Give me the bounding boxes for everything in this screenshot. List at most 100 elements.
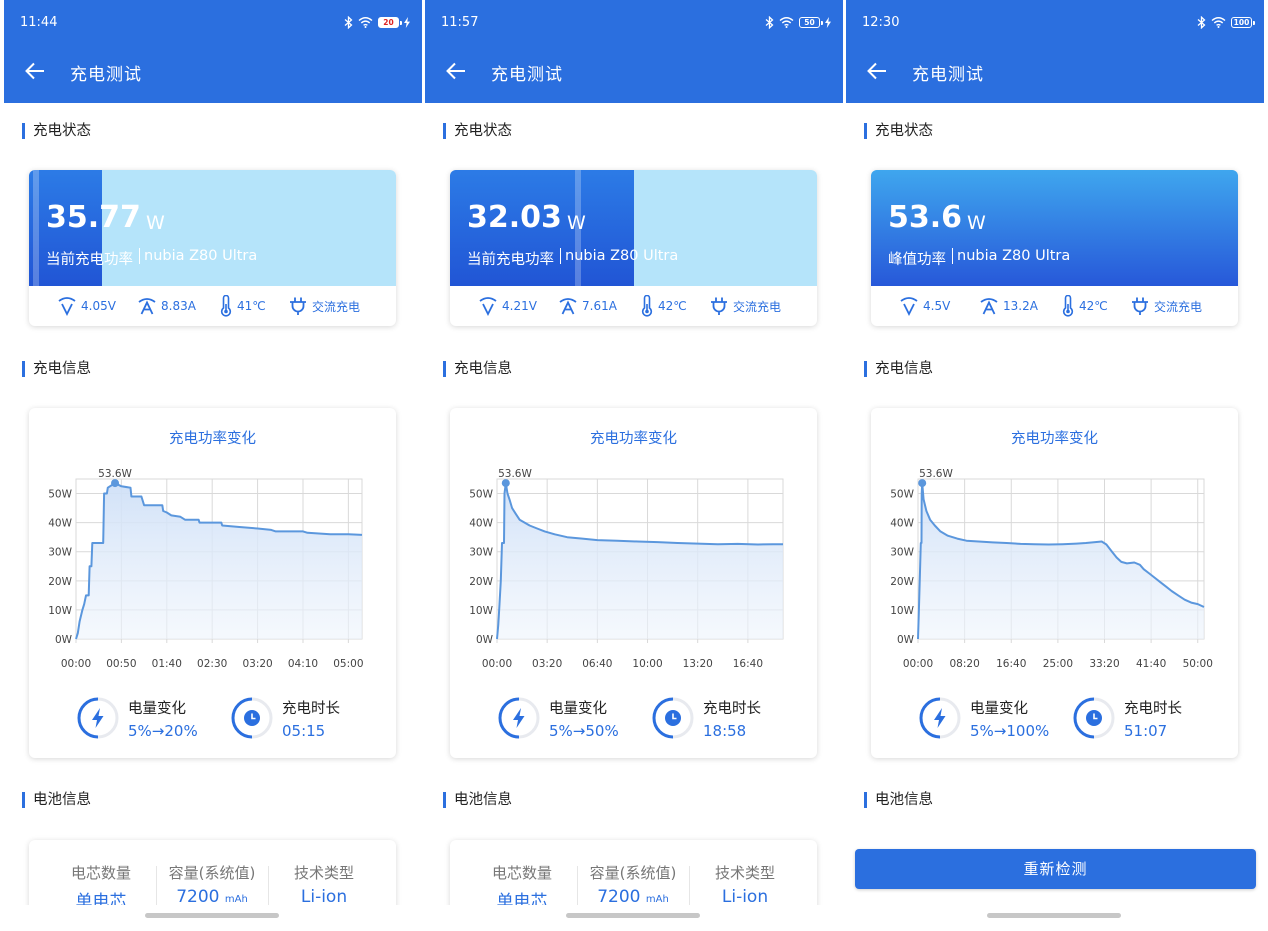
charging-bolt-icon [825, 16, 831, 28]
section-title-battery: 电池信息 [22, 792, 91, 808]
x-tick-label: 16:40 [733, 658, 763, 670]
home-indicator[interactable] [145, 913, 279, 918]
device-name: nubia Z80 Ultra [139, 248, 257, 264]
clock-ring-icon [652, 697, 694, 739]
x-tick-label: 00:00 [903, 658, 933, 670]
cells-label: 电芯数量 [491, 864, 552, 882]
x-tick-label: 00:00 [61, 658, 91, 670]
section-title-status: 充电状态 [443, 123, 512, 139]
bluetooth-icon [344, 15, 353, 29]
summary-time-value: 51:07 [1124, 721, 1168, 740]
power-value: 35.77 [46, 200, 141, 235]
peak-label: 53.6W [98, 468, 132, 480]
bluetooth-icon [765, 15, 774, 29]
power-chart: 0W 10W 20W 30W 40W 50W 00:00 08:20 16:40 25:00 33:… [890, 468, 1213, 670]
power-value: 53.6 [888, 200, 963, 235]
section-title-status: 充电状态 [864, 123, 933, 139]
y-tick-label: 50W [469, 489, 493, 501]
current-icon [559, 298, 577, 315]
capacity-unit: mAh [224, 894, 248, 905]
page-title: 充电测试 [912, 65, 984, 85]
voltage-value: 4.05V [81, 299, 116, 313]
battery-level: 20 [383, 17, 394, 27]
x-tick-label: 00:00 [482, 658, 512, 670]
power-chart: 0W 10W 20W 30W 40W 50W 00:00 03:20 06:40 10:00 13:… [469, 468, 784, 670]
temperature-stat: 42℃ [640, 295, 687, 317]
power-area [497, 483, 783, 639]
section-title-battery: 电池信息 [864, 792, 933, 808]
wifi-icon [358, 17, 373, 28]
home-indicator[interactable] [566, 913, 700, 918]
plug-icon [1132, 297, 1148, 315]
voltage-icon [58, 297, 76, 316]
chart-card: 充电功率变化 0W 10W 20W 30W 40W 50W 00:00 03:20 06:40 1… [450, 408, 817, 758]
wifi-icon [779, 17, 794, 28]
summary-time: 充电时长 51:07 [1072, 696, 1182, 740]
bolt-ring-icon [919, 697, 961, 739]
battery-level: 50 [804, 17, 815, 27]
voltage-value: 4.21V [502, 299, 537, 313]
power-label: 峰值功率 [888, 252, 946, 268]
device-name: nubia Z80 Ultra [560, 248, 678, 264]
bottom-mask [425, 905, 843, 931]
status-time: 11:57 [441, 15, 479, 30]
clock-ring-icon [231, 697, 273, 739]
back-arrow-icon[interactable] [24, 60, 46, 82]
section-title-battery: 电池信息 [443, 792, 512, 808]
current-icon [138, 298, 156, 315]
power-card: 35.77 W 当前充电功率 nubia Z80 Ultra 4.05V 8.8… [29, 170, 396, 326]
cells-label: 电芯数量 [70, 864, 131, 882]
capacity-value: 7200 mAh [157, 887, 267, 907]
mode-stat: 交流充电 [1130, 295, 1202, 317]
mode-value: 交流充电 [733, 299, 782, 314]
summary-battery-value: 5%→20% [128, 721, 198, 740]
temperature-value: 42℃ [1079, 299, 1108, 313]
status-icons: 20 [344, 13, 410, 31]
home-indicator[interactable] [987, 913, 1121, 918]
back-arrow-icon[interactable] [445, 60, 467, 82]
capacity-column: 容量(系统值) 7200 mAh [157, 862, 267, 907]
power-label: 当前充电功率 [46, 252, 133, 268]
charging-bolt-icon [404, 16, 410, 28]
plug-icon [711, 297, 727, 315]
capacity-column: 容量(系统值) 7200 mAh [578, 862, 688, 907]
peak-label: 53.6W [498, 468, 532, 480]
temperature-value: 41℃ [237, 299, 266, 313]
y-tick-label: 10W [469, 605, 493, 617]
power-card: 53.6 W 峰值功率 nubia Z80 Ultra 4.5V 13.2A 4… [871, 170, 1238, 326]
wifi-icon [1211, 17, 1226, 28]
tech-label: 技术类型 [714, 864, 775, 882]
summary-battery-label: 电量变化 [549, 700, 607, 717]
x-tick-label: 10:00 [632, 658, 662, 670]
x-tick-label: 00:50 [106, 658, 136, 670]
peak-marker [501, 479, 510, 488]
battery-icon: 50 [799, 16, 823, 28]
summary-battery-label: 电量变化 [128, 700, 186, 717]
back-arrow-icon[interactable] [866, 60, 888, 82]
y-tick-label: 30W [469, 547, 493, 559]
section-title-status: 充电状态 [22, 123, 91, 139]
tech-value: Li-ion [721, 887, 769, 907]
x-tick-label: 06:40 [582, 658, 612, 670]
tech-value: Li-ion [300, 887, 348, 907]
x-tick-label: 02:30 [197, 658, 227, 670]
power-label: 当前充电功率 [467, 252, 554, 268]
x-tick-label: 03:20 [242, 658, 272, 670]
peak-marker [111, 479, 120, 488]
battery-icon: 20 [378, 16, 402, 28]
y-tick-label: 30W [890, 547, 914, 559]
phone-screen-2: 11:57 50 充电测试 充电状态 32.03 W 当前充电功率 nubia … [425, 0, 843, 931]
temperature-stat: 42℃ [1061, 295, 1108, 317]
current-stat: 13.2A [979, 295, 1038, 317]
plug-icon [290, 297, 306, 315]
battery-icon: 100 [1231, 16, 1255, 28]
power-area [918, 483, 1204, 639]
stats-row: 4.21V 7.61A 42℃ 交流充电 [450, 286, 817, 326]
redetect-button[interactable]: 重新检测 [855, 849, 1256, 889]
summary-battery-label: 电量变化 [970, 700, 1028, 717]
bluetooth-icon [1197, 15, 1206, 29]
app-bar: 12:30 100 充电测试 [846, 0, 1264, 103]
x-tick-label: 04:10 [288, 658, 318, 670]
section-title-info: 充电信息 [864, 361, 933, 377]
power-unit: W [967, 212, 986, 234]
